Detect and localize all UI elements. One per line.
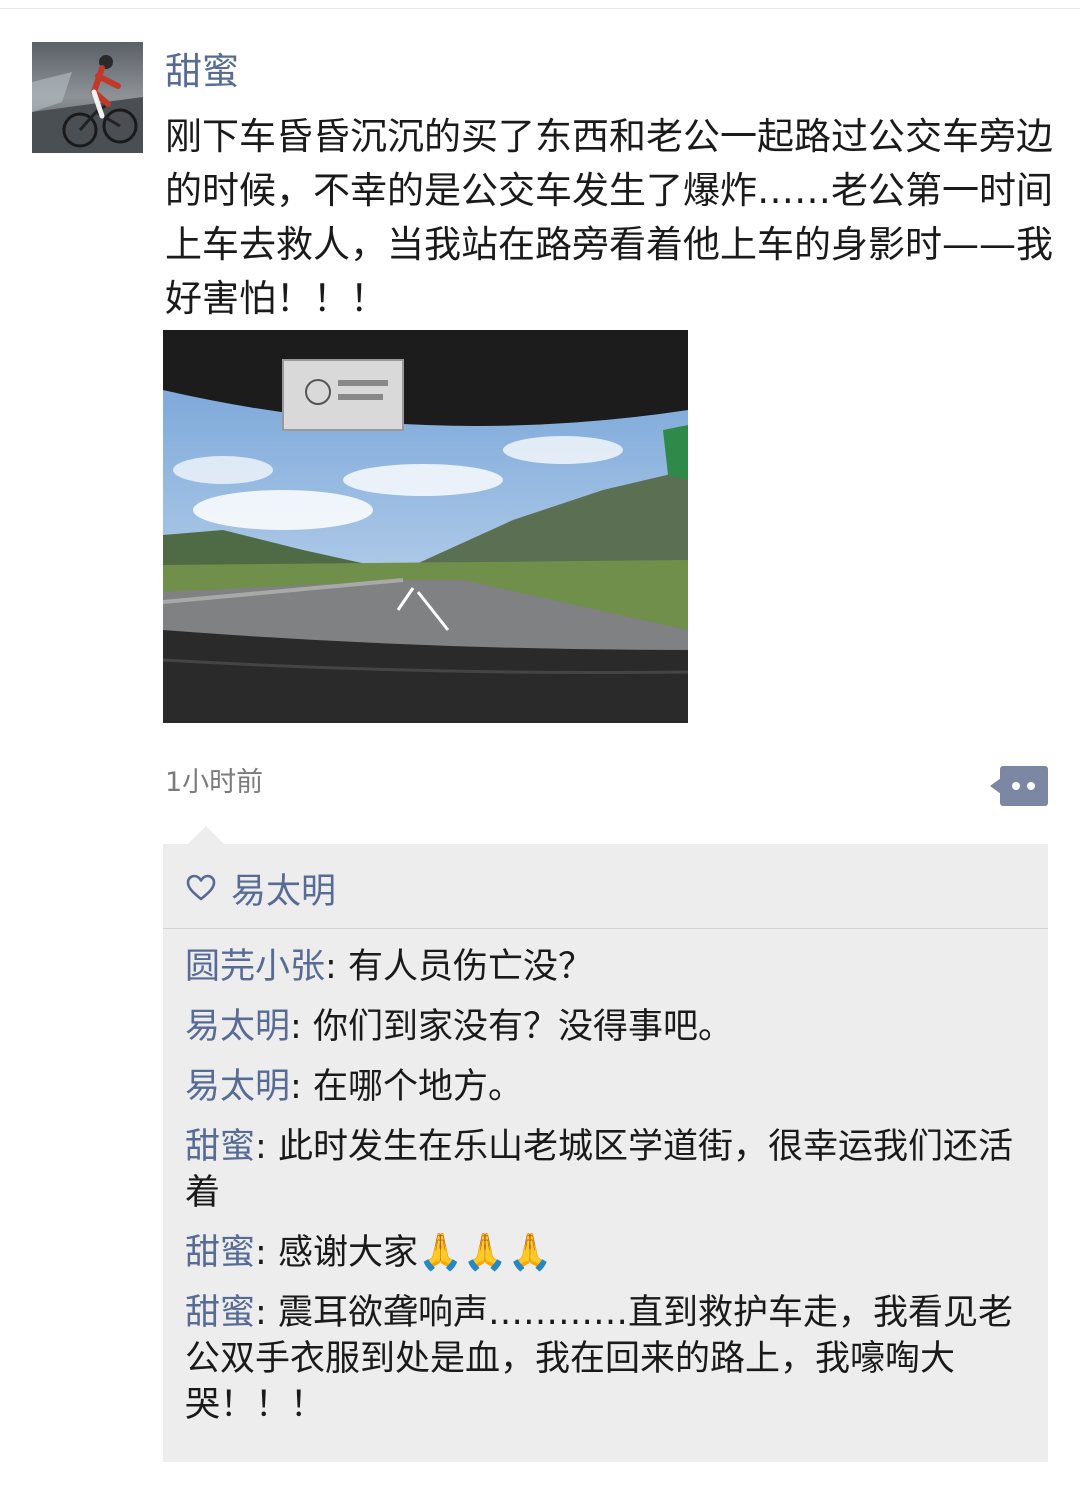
likes-divider (163, 928, 1048, 929)
comment-item[interactable]: 甜蜜: 感谢大家🙏🙏🙏 (185, 1230, 1030, 1276)
top-divider (0, 8, 1080, 9)
dot-icon (1027, 782, 1035, 790)
comment-text: 你们到家没有？没得事吧。 (312, 1007, 733, 1047)
comment-more-button[interactable] (990, 766, 1048, 806)
post-author-name[interactable]: 甜蜜 (165, 48, 239, 96)
avatar[interactable] (32, 42, 143, 153)
comment-text: 在哪个地方。 (312, 1067, 523, 1107)
post-timestamp: 1小时前 (165, 767, 264, 798)
comment-author[interactable]: 甜蜜 (185, 1293, 255, 1333)
comment-item[interactable]: 甜蜜: 震耳欲聋响声…………直到救护车走，我看见老公双手衣服到处是血，我在回来的… (185, 1290, 1030, 1428)
post-photo[interactable] (163, 330, 688, 723)
comment-author[interactable]: 甜蜜 (185, 1127, 255, 1167)
praying-hands-emoji: 🙏🙏🙏 (417, 1232, 553, 1273)
comment-text: 此时发生在乐山老城区学道街，很幸运我们还活着 (185, 1127, 1013, 1213)
comment-item[interactable]: 易太明: 在哪个地方。 (185, 1064, 1030, 1110)
comment-author[interactable]: 甜蜜 (185, 1233, 255, 1273)
post-text: 刚下车昏昏沉沉的买了东西和老公一起路过公交车旁边的时候，不幸的是公交车发生了爆炸… (165, 115, 1053, 320)
highway-windshield-photo (163, 330, 688, 723)
comment-text: 感谢大家 (277, 1233, 418, 1273)
comment-text: 震耳欲聋响声…………直到救护车走，我看见老公双手衣服到处是血，我在回来的路上，我… (185, 1293, 1013, 1425)
comment-list: 圆芫小张: 有人员伤亡没？ 易太明: 你们到家没有？没得事吧。 易太明: 在哪个… (185, 944, 1030, 1442)
comment-item[interactable]: 甜蜜: 此时发生在乐山老城区学道街，很幸运我们还活着 (185, 1124, 1030, 1216)
comment-panel: 易太明 圆芫小张: 有人员伤亡没？ 易太明: 你们到家没有？没得事吧。 易太明:… (163, 844, 1048, 1462)
comment-text: 有人员伤亡没？ (347, 947, 593, 987)
comment-author[interactable]: 圆芫小张 (185, 947, 325, 987)
cyclist-avatar-image (32, 42, 143, 153)
heart-outline-icon (186, 874, 216, 901)
comment-author[interactable]: 易太明 (185, 1067, 290, 1107)
comment-panel-arrow (188, 826, 224, 844)
liker-name[interactable]: 易太明 (231, 863, 336, 914)
likes-row: 易太明 (185, 866, 336, 912)
more-button-body (1000, 766, 1048, 806)
comment-author[interactable]: 易太明 (185, 1007, 290, 1047)
dot-icon (1012, 782, 1020, 790)
comment-item[interactable]: 圆芫小张: 有人员伤亡没？ (185, 944, 1030, 990)
comment-item[interactable]: 易太明: 你们到家没有？没得事吧。 (185, 1004, 1030, 1050)
